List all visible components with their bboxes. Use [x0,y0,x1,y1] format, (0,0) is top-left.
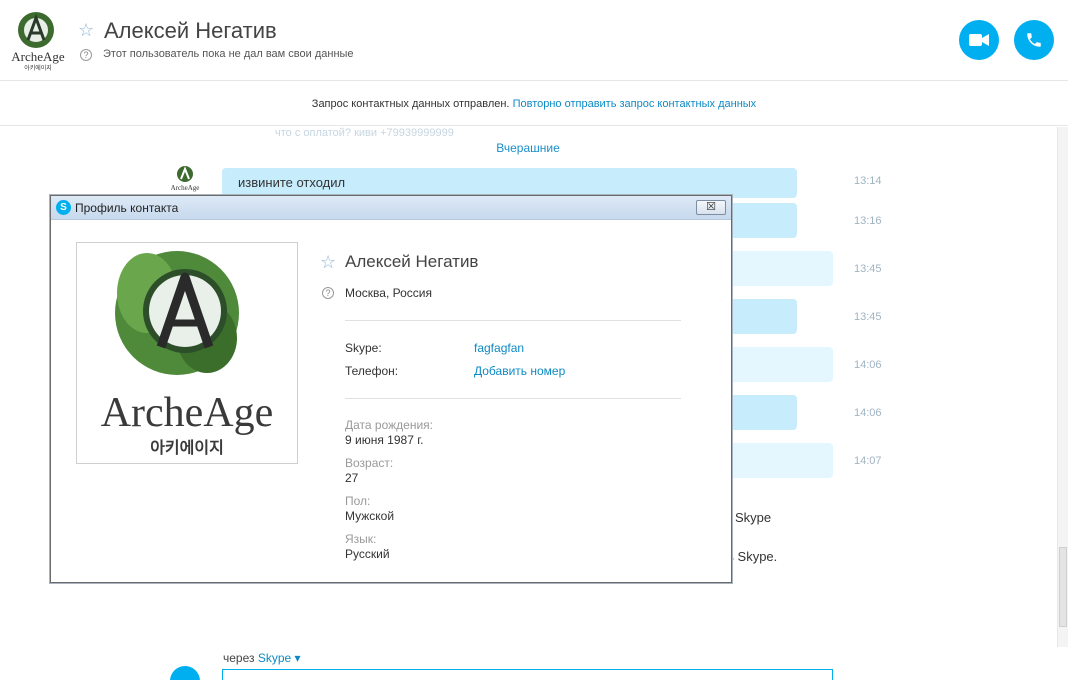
divider [345,398,681,399]
partial-message-text: в Skype. [727,549,778,564]
favorite-star-icon[interactable]: ☆ [320,252,336,273]
day-separator: Вчерашние [496,141,560,155]
divider [345,320,681,321]
send-via-selector[interactable]: через Skype ▾ [223,651,301,665]
message-input[interactable] [222,669,833,680]
message-time: 13:14 [854,175,882,187]
request-sent-text: Запрос контактных данных отправлен. [311,98,510,110]
video-call-button[interactable] [959,20,999,60]
language-value: Русский [345,547,390,561]
question-icon: ? [80,49,92,61]
faded-message: что с оплатой? киви +79939999999 [275,127,454,139]
language-label: Язык: [345,532,377,546]
age-label: Возраст: [345,456,394,470]
via-prefix: через [223,651,255,665]
birthday-label: Дата рождения: [345,418,433,432]
contact-request-bar: Запрос контактных данных отправлен. Повт… [0,82,1068,126]
favorite-star-icon[interactable]: ☆ [78,20,94,41]
svg-text:ArcheAge: ArcheAge [171,184,200,192]
contact-status: Этот пользователь пока не дал вам свои д… [103,48,354,60]
gender-value: Мужской [345,509,395,523]
resend-request-link[interactable]: Повторно отправить запрос контактных дан… [513,98,757,110]
svg-text:아키에이지: 아키에이지 [150,439,224,457]
my-avatar [170,666,200,680]
svg-text:ArcheAge: ArcheAge [101,390,274,436]
skype-icon: S [56,200,71,215]
profile-location: Москва, Россия [345,286,432,300]
message-time: 13:45 [854,311,882,323]
chat-scrollbar[interactable] [1057,127,1068,647]
archeage-logo: ArcheAge 아키에이지 [101,251,274,457]
question-icon: ? [322,287,334,299]
gender-label: Пол: [345,494,371,508]
svg-text:ArcheAge: ArcheAge [11,49,65,64]
age-value: 27 [345,471,359,485]
phone-icon [1027,33,1041,47]
message-time: 14:07 [854,455,882,467]
contact-profile-dialog: S Профиль контакта ☒ ArcheAge 아키에이지 ☆ Ал… [50,195,732,583]
partial-message-text: Skype [735,510,772,525]
dialog-titlebar[interactable]: S Профиль контакта ☒ [51,196,731,220]
skype-label: Skype: [345,341,382,355]
audio-call-button[interactable] [1014,20,1054,60]
svg-text:아키에이지: 아키에이지 [24,64,52,72]
scrollbar-thumb[interactable] [1059,547,1067,627]
profile-picture: ArcheAge 아키에이지 [76,242,298,464]
phone-label: Телефон: [345,364,399,378]
birthday-value: 9 июня 1987 г. [345,433,424,447]
contact-name[interactable]: Алексей Негатив [104,18,277,44]
message-time: 14:06 [854,407,882,419]
message-time: 14:06 [854,359,882,371]
message-text: извините отходил [238,175,346,190]
sender-avatar: ArcheAge [171,166,200,192]
add-phone-link[interactable]: Добавить номер [474,364,565,378]
dialog-body: ArcheAge 아키에이지 ☆ Алексей Негатив ? Москв… [51,221,731,582]
skype-name-link[interactable]: fagfagfan [474,341,524,355]
dialog-title: Профиль контакта [75,201,179,215]
close-button[interactable]: ☒ [696,200,726,215]
via-service[interactable]: Skype ▾ [258,651,301,665]
message-bubble[interactable]: извините отходил [222,168,797,198]
message-time: 13:45 [854,263,882,275]
contact-avatar[interactable]: ArcheAge 아키에이지 [8,8,68,72]
message-time: 13:16 [854,215,882,227]
profile-name: Алексей Негатив [345,252,479,271]
video-camera-icon [969,34,989,46]
conversation-header: ArcheAge 아키에이지 ☆ Алексей Негатив ? Этот … [0,0,1068,81]
